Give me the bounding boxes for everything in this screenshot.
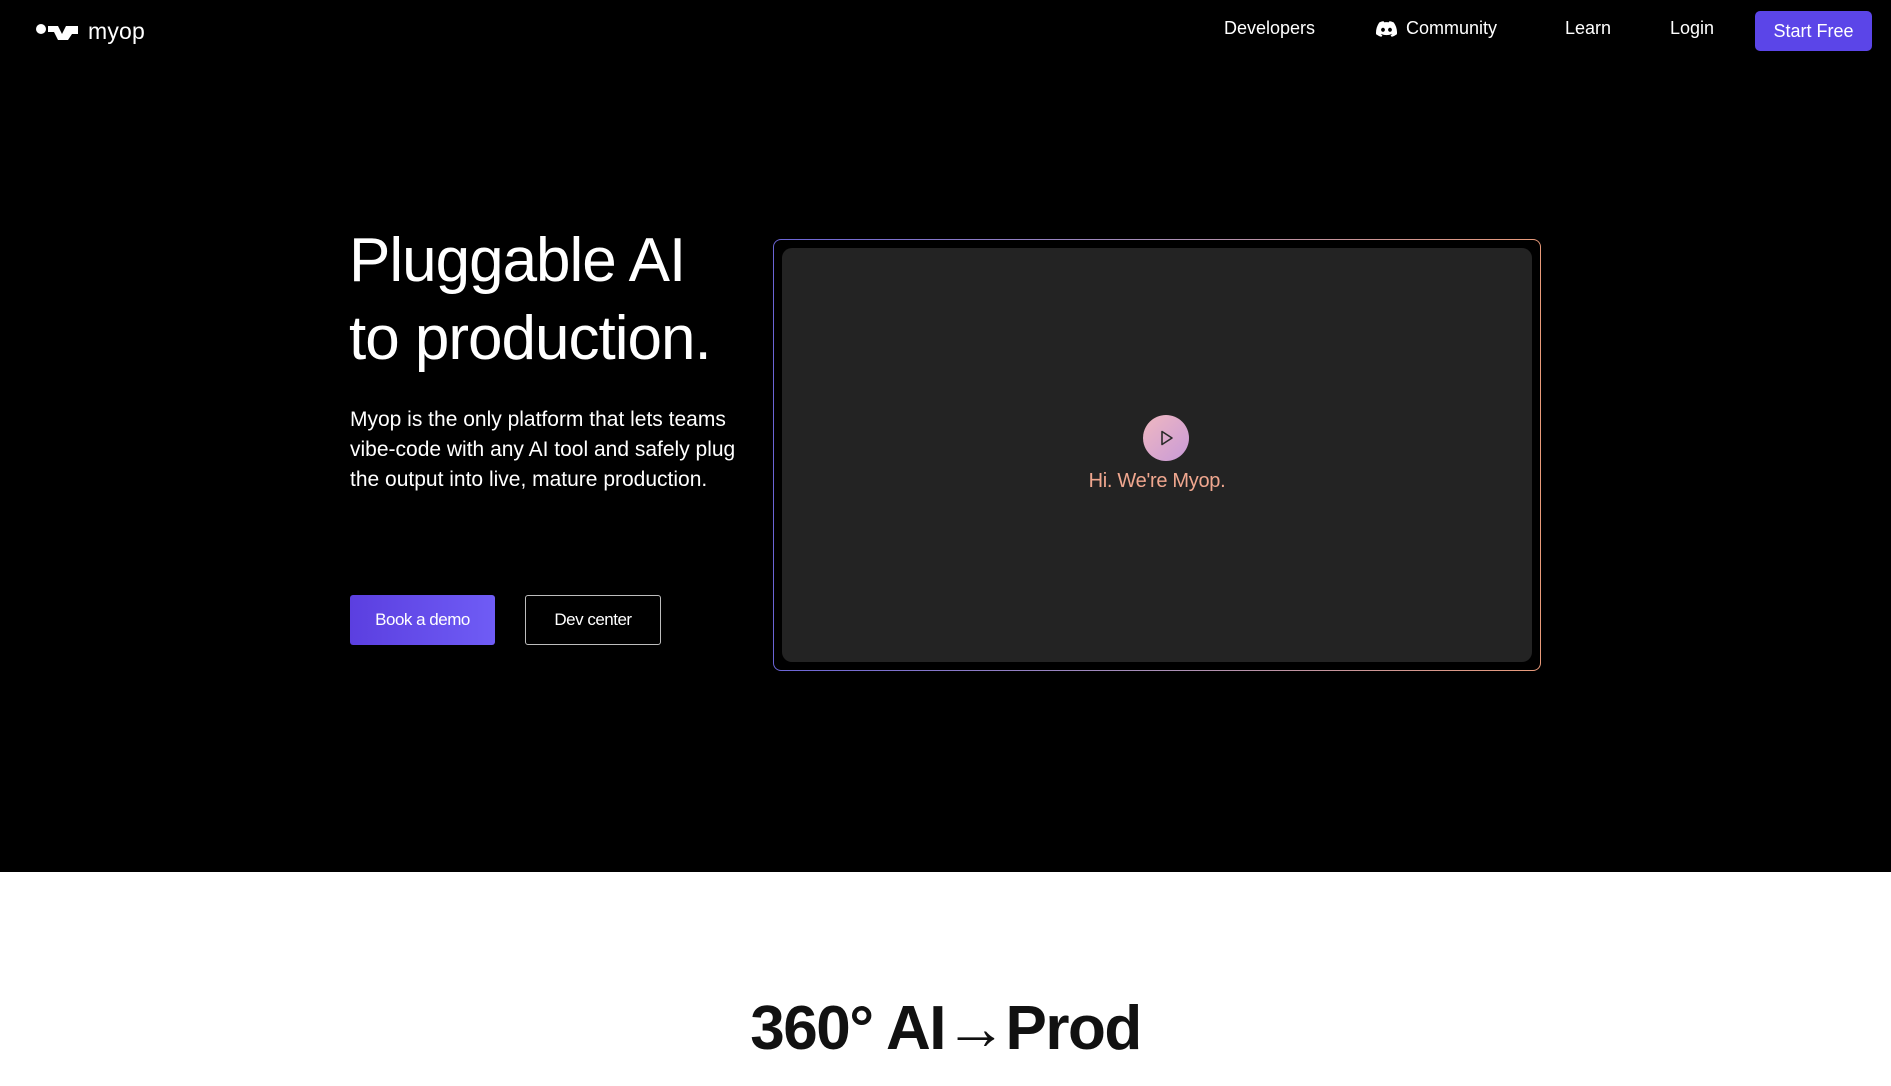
play-button[interactable] <box>1143 415 1189 461</box>
hero-headline: Pluggable AI to production. <box>349 222 749 378</box>
dev-center-button[interactable]: Dev center <box>525 595 661 645</box>
discord-icon <box>1376 20 1397 37</box>
myop-logo-icon <box>36 24 78 40</box>
headline-line-1: Pluggable AI <box>349 226 686 295</box>
nav-link-login[interactable]: Login <box>1670 18 1714 39</box>
nav-link-label: Developers <box>1224 18 1316 38</box>
start-free-button[interactable]: Start Free <box>1755 11 1872 51</box>
video-player[interactable]: Hi. We're Myop. <box>782 248 1532 662</box>
nav-link-learn[interactable]: Learn <box>1565 18 1611 39</box>
logo[interactable]: myop <box>36 14 145 48</box>
nav-link-label: Login <box>1670 18 1715 38</box>
video-frame: Hi. We're Myop. <box>773 239 1541 671</box>
nav-link-label: Community <box>1406 18 1498 38</box>
nav-link-community[interactable]: Community <box>1376 18 1497 39</box>
video-frame-inner: Hi. We're Myop. <box>774 240 1540 670</box>
nav-link-label: Learn <box>1565 18 1612 38</box>
logo-text: myop <box>88 17 146 44</box>
top-nav: myop Developers Community Learn Login St… <box>0 0 1891 62</box>
headline-line-2: to production. <box>349 304 712 373</box>
video-caption: Hi. We're Myop. <box>1088 470 1226 492</box>
nav-link-developers[interactable]: Developers <box>1224 18 1315 39</box>
book-demo-button[interactable]: Book a demo <box>350 595 495 645</box>
hero-subtext: Myop is the only platform that lets team… <box>350 408 736 491</box>
play-icon <box>1161 430 1173 446</box>
section-title: 360° AI→Prod <box>750 994 1142 1063</box>
hero-section: myop Developers Community Learn Login St… <box>0 0 1891 872</box>
